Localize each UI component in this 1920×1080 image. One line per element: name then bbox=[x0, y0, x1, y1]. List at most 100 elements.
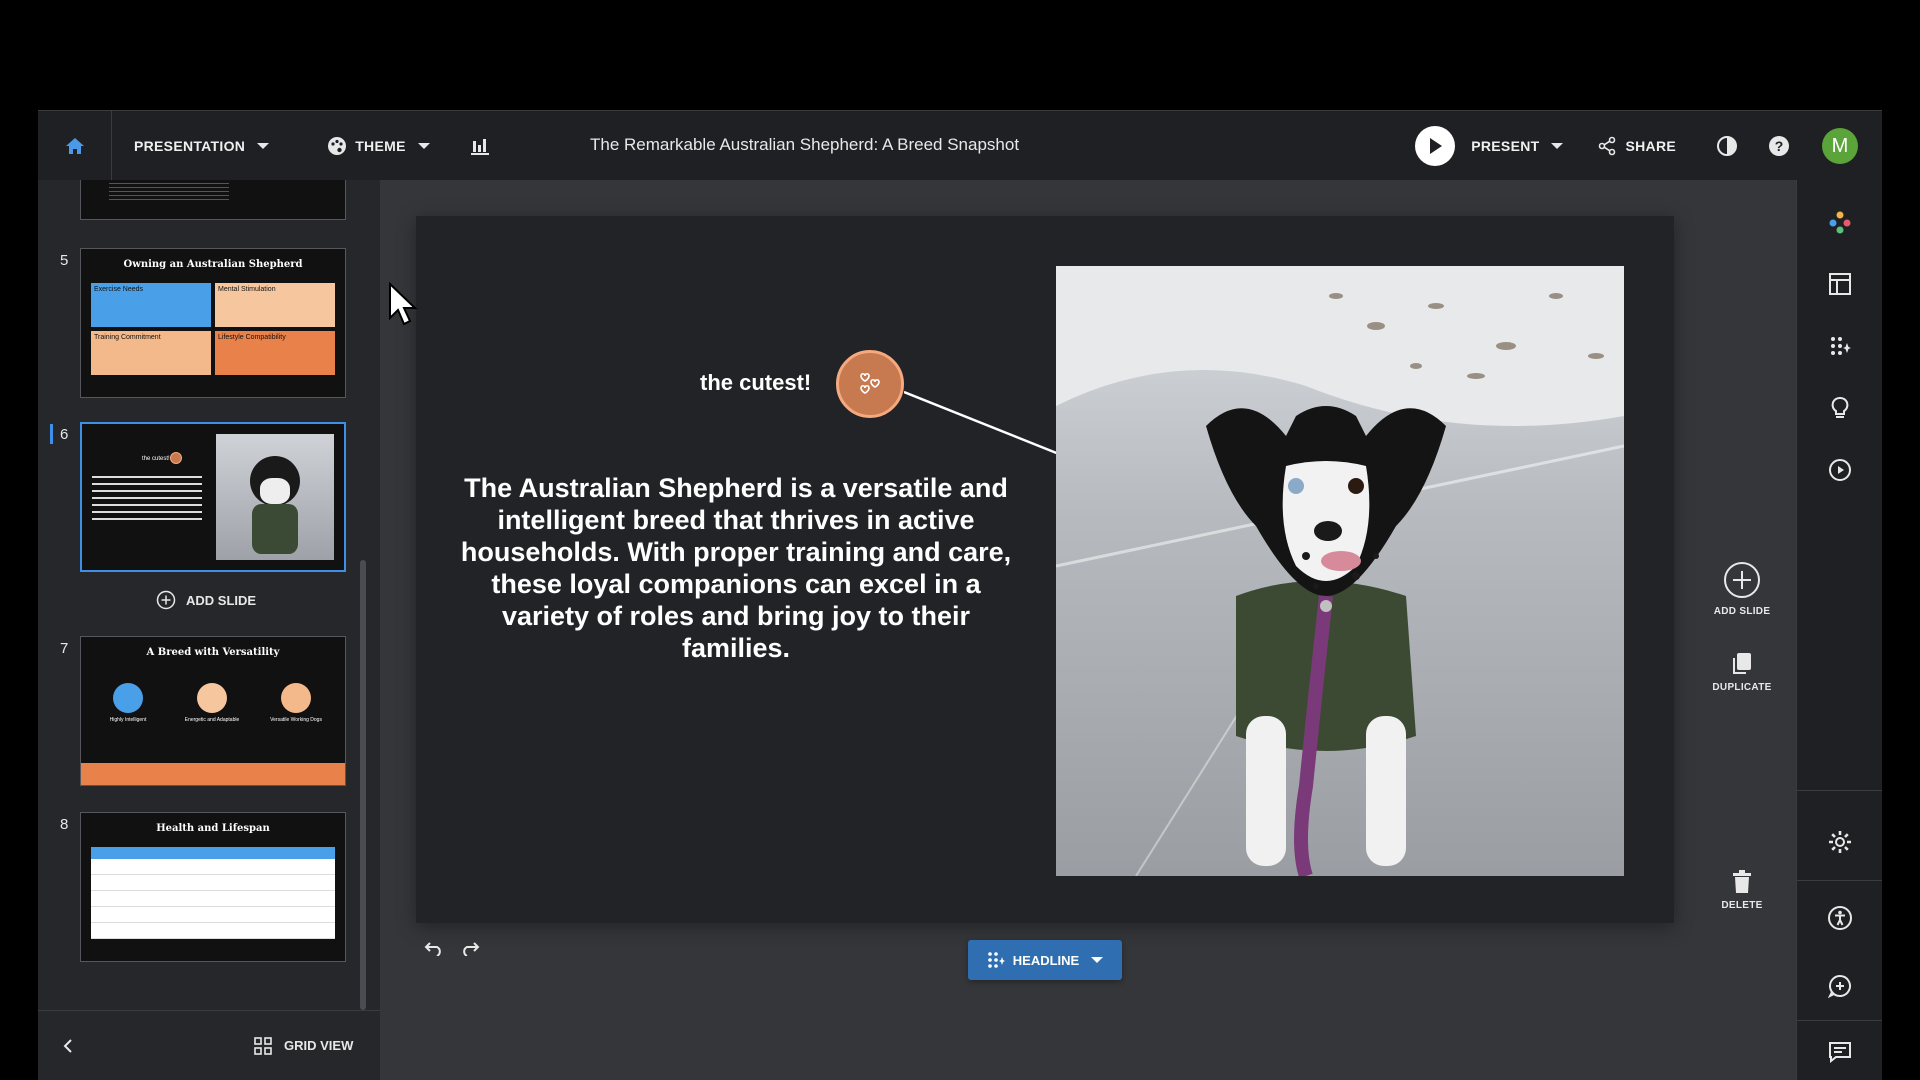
accessibility-button[interactable] bbox=[1797, 898, 1882, 938]
slide-thumbnail-5[interactable]: Owning an Australian Shepherd Exercise N… bbox=[80, 248, 346, 398]
thumbnail-title: Health and Lifespan bbox=[156, 823, 270, 834]
thumbnail-item-label: Highly Intelligent bbox=[109, 717, 147, 723]
present-play-button[interactable] bbox=[1415, 126, 1456, 166]
thumbnail-card: Training Commitment bbox=[91, 331, 211, 375]
grid-view-label: GRID VIEW bbox=[284, 1038, 354, 1053]
thumbnail-card: Lifestyle Compatibility bbox=[215, 331, 335, 375]
top-right-tools: PRESENT SHARE ? M bbox=[1415, 111, 1858, 181]
card-label: Lifestyle Compatibility bbox=[218, 334, 286, 341]
home-button[interactable] bbox=[38, 110, 112, 181]
thumbnail-card: Mental Stimulation bbox=[215, 283, 335, 327]
chart-button[interactable] bbox=[470, 137, 490, 155]
plus-circle-icon bbox=[156, 590, 176, 610]
energy-icon bbox=[197, 683, 227, 713]
grid-icon bbox=[254, 1036, 272, 1055]
add-slide-button[interactable]: ADD SLIDE bbox=[1702, 560, 1782, 617]
chevron-down-icon bbox=[417, 142, 430, 149]
undo-icon[interactable] bbox=[424, 940, 444, 956]
chevron-down-icon bbox=[1091, 957, 1104, 963]
contrast-toggle[interactable] bbox=[1716, 135, 1738, 157]
slide-thumbnail-7[interactable]: A Breed with Versatility Highly Intellig… bbox=[80, 636, 346, 786]
document-title[interactable]: The Remarkable Australian Shepherd: A Br… bbox=[590, 135, 1019, 155]
duplicate-icon bbox=[1733, 653, 1751, 674]
help-icon: ? bbox=[1769, 136, 1789, 156]
trash-icon bbox=[1733, 870, 1751, 893]
slide-number-7: 7 bbox=[60, 640, 69, 657]
grid-sparkle-icon bbox=[1831, 337, 1851, 355]
slide-thumbnail-4[interactable] bbox=[80, 180, 346, 220]
thumbnail-text-lines bbox=[92, 476, 202, 520]
slide-number-8: 8 bbox=[60, 816, 69, 833]
thumbnail-photo bbox=[216, 434, 334, 560]
thumbnail-title: Owning an Australian Shepherd bbox=[123, 259, 303, 270]
share-icon bbox=[1599, 136, 1616, 156]
ai-assistant-button[interactable] bbox=[1797, 202, 1882, 242]
palette-icon bbox=[328, 136, 347, 155]
thumbnail-title: A Breed with Versatility bbox=[146, 647, 280, 658]
present-label: PRESENT bbox=[1471, 138, 1540, 154]
present-menu[interactable]: PRESENT bbox=[1471, 138, 1564, 154]
presentation-menu[interactable]: PRESENTATION bbox=[134, 138, 270, 154]
toolbar-divider bbox=[1797, 790, 1882, 791]
play-circle-icon bbox=[1829, 459, 1851, 481]
mouse-cursor-icon bbox=[389, 282, 418, 326]
collapse-sidebar-button[interactable] bbox=[62, 1038, 74, 1053]
headline-style-button[interactable]: HEADLINE bbox=[968, 940, 1122, 980]
theme-label: THEME bbox=[355, 137, 406, 154]
heart-badge-icon bbox=[170, 452, 182, 464]
dog-illustration bbox=[1056, 266, 1624, 876]
intelligence-icon bbox=[113, 683, 143, 713]
accessibility-icon bbox=[1828, 906, 1852, 930]
right-toolbar bbox=[1796, 180, 1882, 1080]
slide-number-5: 5 bbox=[60, 252, 69, 269]
heart-badge[interactable] bbox=[836, 350, 904, 418]
duplicate-button[interactable]: DUPLICATE bbox=[1702, 652, 1782, 693]
thumbnail-footer-band bbox=[81, 763, 345, 785]
slide-number-6: 6 bbox=[60, 426, 69, 443]
add-slide-inline-button[interactable]: ADD SLIDE bbox=[156, 590, 256, 610]
delete-button[interactable]: DELETE bbox=[1702, 870, 1782, 911]
lightbulb-icon bbox=[1831, 397, 1849, 418]
add-slide-label: ADD SLIDE bbox=[1713, 606, 1771, 617]
slide-canvas[interactable]: the cutest! The Australian Shepherd is a… bbox=[416, 216, 1674, 923]
headline-text[interactable]: The Australian Shepherd is a versatile a… bbox=[456, 472, 1016, 664]
share-button[interactable]: SHARE bbox=[1597, 136, 1676, 156]
slide-thumbnail-8[interactable]: Health and Lifespan bbox=[80, 812, 346, 962]
help-button[interactable]: ? bbox=[1768, 135, 1790, 157]
theme-menu[interactable]: THEME bbox=[327, 136, 430, 156]
redo-icon[interactable] bbox=[460, 940, 480, 956]
gear-icon bbox=[1829, 831, 1851, 853]
grid-view-button[interactable]: GRID VIEW bbox=[254, 1036, 354, 1055]
ideas-button[interactable] bbox=[1797, 388, 1882, 428]
duplicate-label: DUPLICATE bbox=[1712, 682, 1772, 693]
slide-thumbnail-list: 5 Owning an Australian Shepherd Exercise… bbox=[38, 180, 380, 1010]
undo-redo-group bbox=[424, 940, 480, 956]
thumbnail-caption: the cutest! bbox=[142, 456, 170, 462]
settings-button[interactable] bbox=[1797, 822, 1882, 862]
animation-button[interactable] bbox=[1797, 450, 1882, 490]
thumbnail-card: Exercise Needs bbox=[91, 283, 211, 327]
comment-add-button[interactable] bbox=[1797, 966, 1882, 1006]
working-dog-icon bbox=[281, 683, 311, 713]
add-slide-label: ADD SLIDE bbox=[186, 592, 257, 608]
bar-chart-icon bbox=[470, 138, 489, 155]
text-style-icon bbox=[987, 952, 1005, 968]
thumbnail-item-label: Energetic and Adaptable bbox=[184, 717, 240, 723]
sidebar-scrollbar[interactable] bbox=[360, 560, 366, 1010]
top-bar: PRESENTATION THEME The Remarkable Austra… bbox=[38, 110, 1882, 181]
card-label: Training Commitment bbox=[94, 334, 161, 341]
annotation-text[interactable]: the cutest! bbox=[700, 370, 811, 396]
plus-circle-icon bbox=[1724, 562, 1760, 598]
hearts-icon bbox=[860, 372, 880, 394]
smart-layout-button[interactable] bbox=[1797, 326, 1882, 366]
thumbnail-text-lines bbox=[109, 183, 229, 203]
slide-thumbnail-6[interactable]: the cutest! bbox=[80, 422, 346, 572]
share-label: SHARE bbox=[1625, 138, 1676, 154]
layout-button[interactable] bbox=[1797, 264, 1882, 304]
chevron-down-icon bbox=[257, 142, 270, 149]
avatar[interactable]: M bbox=[1822, 128, 1858, 164]
sidebar-footer: GRID VIEW bbox=[38, 1010, 380, 1080]
sparkle-dots-icon bbox=[1829, 211, 1851, 234]
notes-button[interactable] bbox=[1797, 1032, 1882, 1072]
dog-photo[interactable] bbox=[1056, 266, 1624, 876]
